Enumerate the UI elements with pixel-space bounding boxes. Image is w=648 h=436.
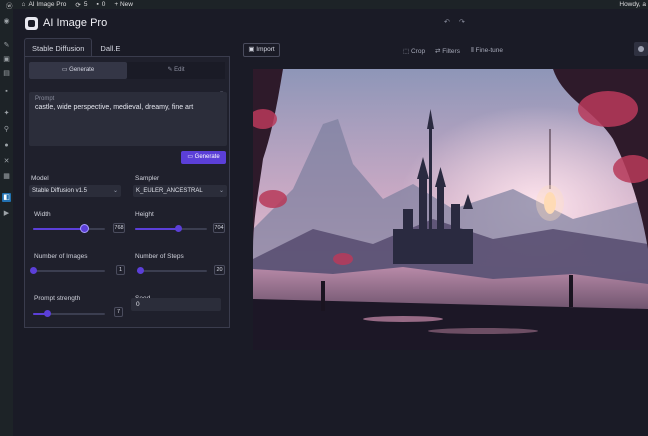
- crop-icon: ⬚: [403, 48, 410, 55]
- crop-button[interactable]: ⬚ Crop: [403, 47, 425, 55]
- ai-image-pro-icon[interactable]: ◧: [2, 193, 11, 202]
- redo-icon[interactable]: ↷: [459, 18, 465, 26]
- settings-panel: ▭ Generate ✎ Edit ◉ Prompt castle, wide …: [24, 56, 230, 328]
- admin-bar: ⓦ ⌂ AI Image Pro ⟳ 5 ▪ 0 + New Howdy, a: [0, 0, 648, 10]
- updates-icon: ⟳: [75, 1, 81, 9]
- ai-image-pro-app: AI Image Pro ↶ ↷ Stable Diffusion Dall.E…: [13, 9, 648, 436]
- slider-thumb[interactable]: [174, 225, 182, 232]
- app-logo-icon: [25, 17, 38, 30]
- comments-menu-icon[interactable]: ▪: [2, 87, 11, 96]
- import-button[interactable]: ▣ Import: [243, 43, 280, 57]
- number-of-steps-value[interactable]: 20: [214, 265, 225, 275]
- engine-tabs: Stable Diffusion Dall.E: [24, 38, 128, 58]
- generate-button[interactable]: ▭ Generate: [181, 151, 226, 164]
- prompt-strength-value[interactable]: 7: [114, 307, 123, 317]
- slider-thumb[interactable]: [80, 224, 90, 233]
- comments-count: 0: [101, 1, 106, 8]
- width-slider[interactable]: [33, 224, 105, 233]
- mode-switch: ▭ Generate ✎ Edit: [29, 62, 225, 79]
- slider-fill: [33, 228, 85, 230]
- number-of-images-slider[interactable]: [29, 267, 105, 274]
- comments-link[interactable]: ▪ 0: [93, 1, 105, 8]
- slider-thumb[interactable]: [29, 267, 37, 274]
- width-label: Width: [34, 211, 51, 218]
- new-label: + New: [114, 1, 133, 8]
- admin-sidebar: ◉ ✎ ▣ ▤ ▪ ✦ ⚲ ● ✕ ▦ ◧ ▶: [0, 9, 13, 436]
- pages-icon[interactable]: ▤: [2, 69, 11, 78]
- filters-icon: ⇄: [435, 48, 441, 55]
- castle-artwork-image: [253, 69, 648, 350]
- comments-icon: ▪: [96, 1, 99, 8]
- generate-mode-button[interactable]: ▭ Generate: [29, 62, 127, 79]
- height-slider[interactable]: [135, 225, 207, 232]
- sampler-select[interactable]: K_EULER_ANCESTRAL ⌄: [133, 185, 227, 197]
- plugins-icon[interactable]: ⚲: [2, 125, 11, 134]
- chevron-down-icon: ⌄: [112, 188, 118, 194]
- users-icon[interactable]: ●: [2, 141, 11, 150]
- model-label: Model: [31, 175, 49, 182]
- pin-icon[interactable]: ✎: [2, 41, 11, 50]
- updates-link[interactable]: ⟳ 5: [72, 1, 87, 9]
- slider-thumb[interactable]: [137, 267, 144, 274]
- fine-tune-icon: ⫴: [471, 47, 474, 54]
- site-name-link[interactable]: ⌂ AI Image Pro: [19, 1, 67, 8]
- number-of-steps-label: Number of Steps: [135, 253, 184, 260]
- collapse-menu-icon[interactable]: ▶: [2, 209, 11, 218]
- prompt-value: castle, wide perspective, medieval, drea…: [35, 104, 194, 111]
- app-title: AI Image Pro: [43, 17, 108, 29]
- height-value[interactable]: 704: [213, 223, 225, 233]
- tab-stable-diffusion[interactable]: Stable Diffusion: [24, 38, 93, 58]
- prompt-strength-slider[interactable]: [33, 310, 105, 317]
- number-of-steps-slider[interactable]: [137, 267, 207, 274]
- appearance-icon[interactable]: ✦: [2, 109, 11, 118]
- number-of-images-value[interactable]: 1: [116, 265, 125, 275]
- site-name: AI Image Pro: [28, 1, 67, 8]
- seed-input[interactable]: 0: [131, 298, 221, 311]
- new-content-link[interactable]: + New: [111, 1, 133, 8]
- updates-count: 5: [83, 1, 88, 8]
- tools-icon[interactable]: ✕: [2, 157, 11, 166]
- prompt-label: Prompt: [35, 96, 55, 102]
- media-icon[interactable]: ▣: [2, 55, 11, 64]
- number-of-images-label: Number of Images: [34, 253, 88, 260]
- undo-icon[interactable]: ↶: [444, 18, 450, 26]
- prompt-strength-label: Prompt strength: [34, 295, 81, 302]
- generated-image: [253, 69, 648, 350]
- height-label: Height: [135, 211, 154, 218]
- done-icon[interactable]: [634, 42, 648, 56]
- tab-dall-e[interactable]: Dall.E: [92, 38, 128, 58]
- model-select[interactable]: Stable Diffusion v1.5 ⌄: [29, 185, 121, 197]
- filters-button[interactable]: ⇄ Filters: [435, 47, 460, 55]
- width-value[interactable]: 768: [113, 223, 125, 233]
- edit-mode-button[interactable]: ✎ Edit: [127, 62, 225, 79]
- dashboard-icon[interactable]: ◉: [2, 17, 11, 26]
- chevron-down-icon: ⌄: [218, 188, 224, 194]
- slider-thumb[interactable]: [43, 310, 51, 317]
- slider-fill: [135, 228, 179, 230]
- home-icon: ⌂: [21, 1, 26, 8]
- sampler-label: Sampler: [135, 175, 160, 182]
- fine-tune-button[interactable]: ⫴ Fine-tune: [471, 47, 503, 55]
- settings-icon[interactable]: ▦: [2, 172, 11, 181]
- howdy-user[interactable]: Howdy, a: [619, 1, 646, 8]
- prompt-textarea[interactable]: Prompt castle, wide perspective, medieva…: [29, 92, 227, 146]
